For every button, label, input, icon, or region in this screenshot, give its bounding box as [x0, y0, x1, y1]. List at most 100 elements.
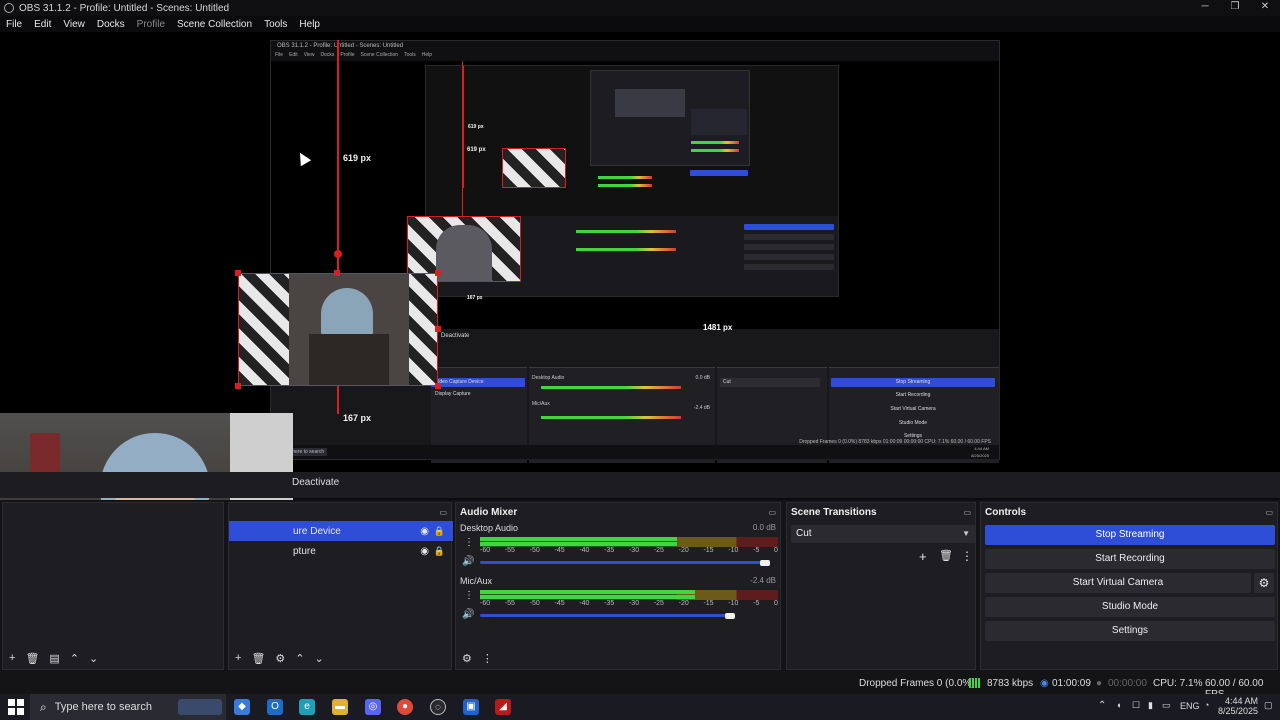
- undock-icon[interactable]: ▭: [439, 508, 447, 517]
- menu-profile[interactable]: Profile: [137, 19, 165, 30]
- menu-edit[interactable]: Edit: [34, 19, 51, 30]
- resize-handle[interactable]: [235, 383, 241, 389]
- preview-canvas[interactable]: OBS 31.1.2 - Profile: Untitled - Scenes:…: [0, 32, 1280, 472]
- nested-track-db: -2.4 dB: [693, 405, 710, 411]
- meter-scale-tick: -20: [678, 547, 689, 554]
- remove-source-button[interactable]: 🗑: [251, 652, 265, 665]
- minimize-button[interactable]: ─: [1190, 0, 1220, 16]
- stop-streaming-button[interactable]: Stop Streaming: [985, 525, 1275, 545]
- settings-button[interactable]: Settings: [985, 621, 1275, 641]
- remove-transition-button[interactable]: 🗑: [939, 549, 953, 562]
- menu-view[interactable]: View: [63, 19, 85, 30]
- scene-filters-button[interactable]: ▤: [49, 652, 59, 665]
- resize-handle[interactable]: [435, 326, 441, 332]
- volume-slider[interactable]: [480, 614, 736, 617]
- track-menu-icon[interactable]: ⋮: [464, 590, 474, 601]
- clock[interactable]: 4:44 AM 8/25/2025: [1218, 696, 1258, 716]
- nested-track-name: Mic/Aux: [532, 401, 550, 407]
- transition-select[interactable]: Cut ▼: [791, 525, 975, 543]
- speaker-icon[interactable]: 🔊: [462, 609, 474, 620]
- close-button[interactable]: ✕: [1250, 0, 1280, 16]
- undock-icon[interactable]: ▭: [963, 508, 971, 517]
- nested-source-item: Video Capture Device: [431, 378, 525, 387]
- record-icon: ●: [1096, 678, 1103, 689]
- menu-docks[interactable]: Docks: [97, 19, 125, 30]
- studio-mode-button[interactable]: Studio Mode: [985, 597, 1275, 617]
- tray-keyboard-icon[interactable]: ▭: [1162, 700, 1171, 711]
- menu-help[interactable]: Help: [299, 19, 320, 30]
- start-virtual-camera-button[interactable]: Start Virtual Camera: [985, 573, 1251, 593]
- undock-icon[interactable]: ▭: [768, 508, 776, 517]
- edge-icon[interactable]: e: [299, 699, 315, 715]
- tray-chevron-up-icon[interactable]: ⌃: [1098, 700, 1106, 711]
- add-source-button[interactable]: +: [235, 652, 241, 664]
- source-item-video-capture[interactable]: ure Device ◉ 🔒: [229, 521, 453, 541]
- meter-scale-tick: -35: [604, 547, 615, 554]
- resize-handle[interactable]: [435, 383, 441, 389]
- volume-knob[interactable]: [725, 613, 736, 619]
- controls-panel: Controls ▭ Stop Streaming Start Recordin…: [980, 502, 1278, 670]
- tray-mic-icon[interactable]: ▮: [1148, 700, 1153, 711]
- app-window-icon[interactable]: ▣: [463, 699, 479, 715]
- red-app-icon[interactable]: ◢: [495, 699, 511, 715]
- nested-source-item: Display Capture: [435, 391, 471, 397]
- resize-handle[interactable]: [334, 270, 340, 276]
- stream-time: 01:00:09: [1052, 678, 1091, 689]
- deactivate-button[interactable]: Deactivate: [292, 477, 339, 488]
- move-source-down-button[interactable]: ⌄: [315, 652, 324, 665]
- lock-icon[interactable]: 🔒: [434, 546, 445, 557]
- advanced-audio-gear-icon[interactable]: ⚙: [462, 652, 472, 665]
- source-label: ure Device: [293, 525, 341, 537]
- undock-icon[interactable]: ▭: [1265, 508, 1273, 517]
- move-scene-down-button[interactable]: ⌄: [89, 652, 98, 665]
- source-properties-button[interactable]: ⚙: [275, 652, 285, 665]
- nested-menu-item: Profile: [340, 52, 355, 58]
- speaker-icon[interactable]: 🔊: [462, 556, 474, 567]
- tray-bell-icon[interactable]: ◔: [1204, 700, 1209, 710]
- add-transition-button[interactable]: +: [919, 549, 927, 564]
- source-item-capture[interactable]: pture ◉ 🔒: [229, 541, 453, 561]
- menu-file[interactable]: File: [6, 19, 22, 30]
- file-explorer-icon[interactable]: ▬: [332, 699, 348, 715]
- virtual-camera-gear-icon[interactable]: ⚙: [1254, 573, 1274, 593]
- track-menu-icon[interactable]: ⋮: [464, 537, 474, 548]
- controls-title: Controls: [985, 506, 1027, 518]
- menu-scene-collection[interactable]: Scene Collection: [177, 19, 252, 30]
- move-source-up-button[interactable]: ⌃: [295, 652, 304, 665]
- nested-clock-date: 8/25/2025: [971, 453, 989, 458]
- deep-webcam-source: [502, 148, 566, 188]
- tray-network-icon[interactable]: ☐: [1132, 700, 1140, 711]
- remove-scene-button[interactable]: 🗑: [25, 652, 39, 665]
- resize-handle[interactable]: [235, 270, 241, 276]
- visibility-eye-icon[interactable]: ◉: [420, 526, 429, 537]
- mixer-menu-icon[interactable]: ⋮: [482, 652, 493, 665]
- transition-menu-button[interactable]: ⋮: [961, 549, 973, 563]
- restore-button[interactable]: ❐: [1220, 0, 1250, 16]
- menu-tools[interactable]: Tools: [264, 19, 287, 30]
- meter-scale-tick: -45: [554, 600, 565, 607]
- outlook-icon[interactable]: O: [267, 699, 283, 715]
- visibility-eye-icon[interactable]: ◉: [420, 546, 429, 557]
- windows-taskbar: ⌕ Type here to search ◆ O e ▬ ◎ ● ◌ ▣ ◢ …: [0, 694, 1280, 720]
- windows-start-icon[interactable]: [8, 699, 24, 715]
- discord-icon[interactable]: ◎: [365, 699, 381, 715]
- copilot-icon[interactable]: ◆: [234, 699, 250, 715]
- start-recording-button[interactable]: Start Recording: [985, 549, 1275, 569]
- meter-scale-tick: -45: [554, 547, 565, 554]
- language-indicator[interactable]: ENG: [1180, 701, 1200, 711]
- tray-volume-icon[interactable]: ◖: [1116, 700, 1121, 710]
- webcam-source-selection[interactable]: [238, 273, 438, 386]
- lock-icon[interactable]: 🔒: [434, 526, 445, 537]
- add-scene-button[interactable]: +: [9, 652, 15, 664]
- notification-icon[interactable]: ▢: [1264, 700, 1273, 711]
- volume-slider[interactable]: [480, 561, 770, 564]
- window-titlebar: OBS 31.1.2 - Profile: Untitled - Scenes:…: [0, 0, 1280, 16]
- chrome-icon[interactable]: ●: [397, 699, 413, 715]
- system-tray: ⌃ ◖ ☐ ▮ ▭ ENG ◔ 4:44 AM 8/25/2025 ▢: [1080, 694, 1280, 720]
- meter-scale-tick: -10: [728, 547, 739, 554]
- obs-taskbar-icon[interactable]: ◌: [430, 699, 446, 715]
- nested-measure-bottom: 167 px: [467, 295, 483, 301]
- resize-handle[interactable]: [435, 270, 441, 276]
- volume-knob[interactable]: [760, 560, 770, 566]
- move-scene-up-button[interactable]: ⌃: [70, 652, 79, 665]
